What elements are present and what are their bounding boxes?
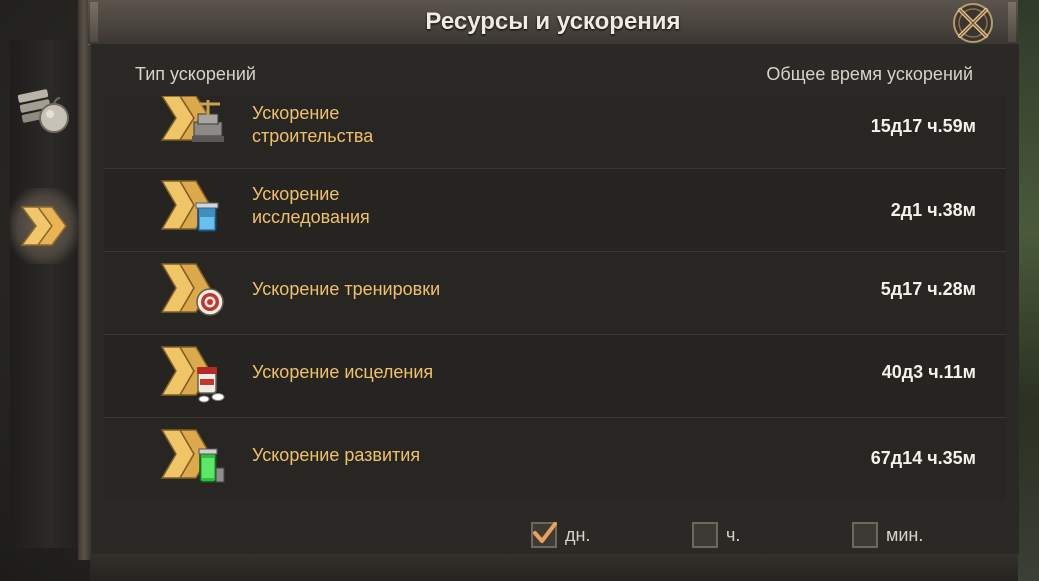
training-speedup-icon [160,263,224,316]
speedup-label-line2: исследования [252,207,370,227]
hours-checkbox[interactable] [692,522,718,548]
speedups-screen: Ресурсы и ускорения Тип ускорений Общее … [0,0,1039,581]
hours-label: ч. [726,524,741,545]
speedup-label: Ускорение строительства [252,102,552,148]
unit-toggle-minutes[interactable]: мин. [852,520,923,550]
list-item[interactable]: Ускорение развития 67д14 ч.35м [104,418,1006,500]
construction-speedup-icon [160,96,224,142]
minutes-label: мин. [886,524,924,545]
days-label: дн. [565,524,591,545]
window-title: Ресурсы и ускорения [425,8,681,35]
days-checkbox[interactable] [531,522,557,548]
list-item[interactable]: Ускорение исследования 2д1 ч.38м [104,169,1006,252]
tab-speedups[interactable] [10,188,78,264]
speedup-label-line1: Ускорение [252,184,340,204]
speedup-label: Ускорение тренировки [252,279,441,299]
column-header-total-time: Общее время ускорений [766,64,973,84]
speedup-list[interactable]: Ускорение строительства 15д17 ч.59м Уско… [104,96,1006,500]
speedup-label: Ускорение исследования [252,183,552,229]
speedup-total-time: 2д1 ч.38м [890,200,976,220]
double-chevron-icon [20,206,67,246]
speedup-total-time: 15д17 ч.59м [870,116,976,136]
side-frame-divider [78,0,90,560]
speedup-total-time: 40д3 ч.11м [881,362,976,382]
close-button[interactable] [950,0,996,46]
close-icon [953,3,993,43]
resources-icon [17,89,69,133]
checkmark-icon [533,522,557,543]
column-header-type: Тип ускорений [135,64,256,84]
tab-resources[interactable] [10,72,78,148]
speedup-label-line2: строительства [252,126,374,146]
title-bar: Ресурсы и ускорения [88,0,1018,45]
panel-bottom-edge [90,554,1018,581]
background-scenery [1017,0,1039,581]
research-speedup-icon [160,180,219,232]
list-item[interactable]: Ускорение строительства 15д17 ч.59м [104,96,1006,169]
unit-toggle-hours[interactable]: ч. [692,520,740,550]
speedup-total-time: 5д17 ч.28м [880,279,976,299]
speedup-label-line1: Ускорение [252,103,340,123]
healing-speedup-icon [160,346,225,403]
unit-toggle-days[interactable]: дн. [531,520,590,550]
speedup-total-time: 67д14 ч.35м [870,448,976,468]
speedup-label: Ускорение развития [252,445,421,465]
list-item[interactable]: Ускорение тренировки 5д17 ч.28м [104,252,1006,335]
development-speedup-icon [160,429,225,483]
speedup-label: Ускорение исцеления [252,362,434,382]
minutes-checkbox[interactable] [852,522,878,548]
list-item[interactable]: Ускорение исцеления 40д3 ч.11м [104,335,1006,418]
